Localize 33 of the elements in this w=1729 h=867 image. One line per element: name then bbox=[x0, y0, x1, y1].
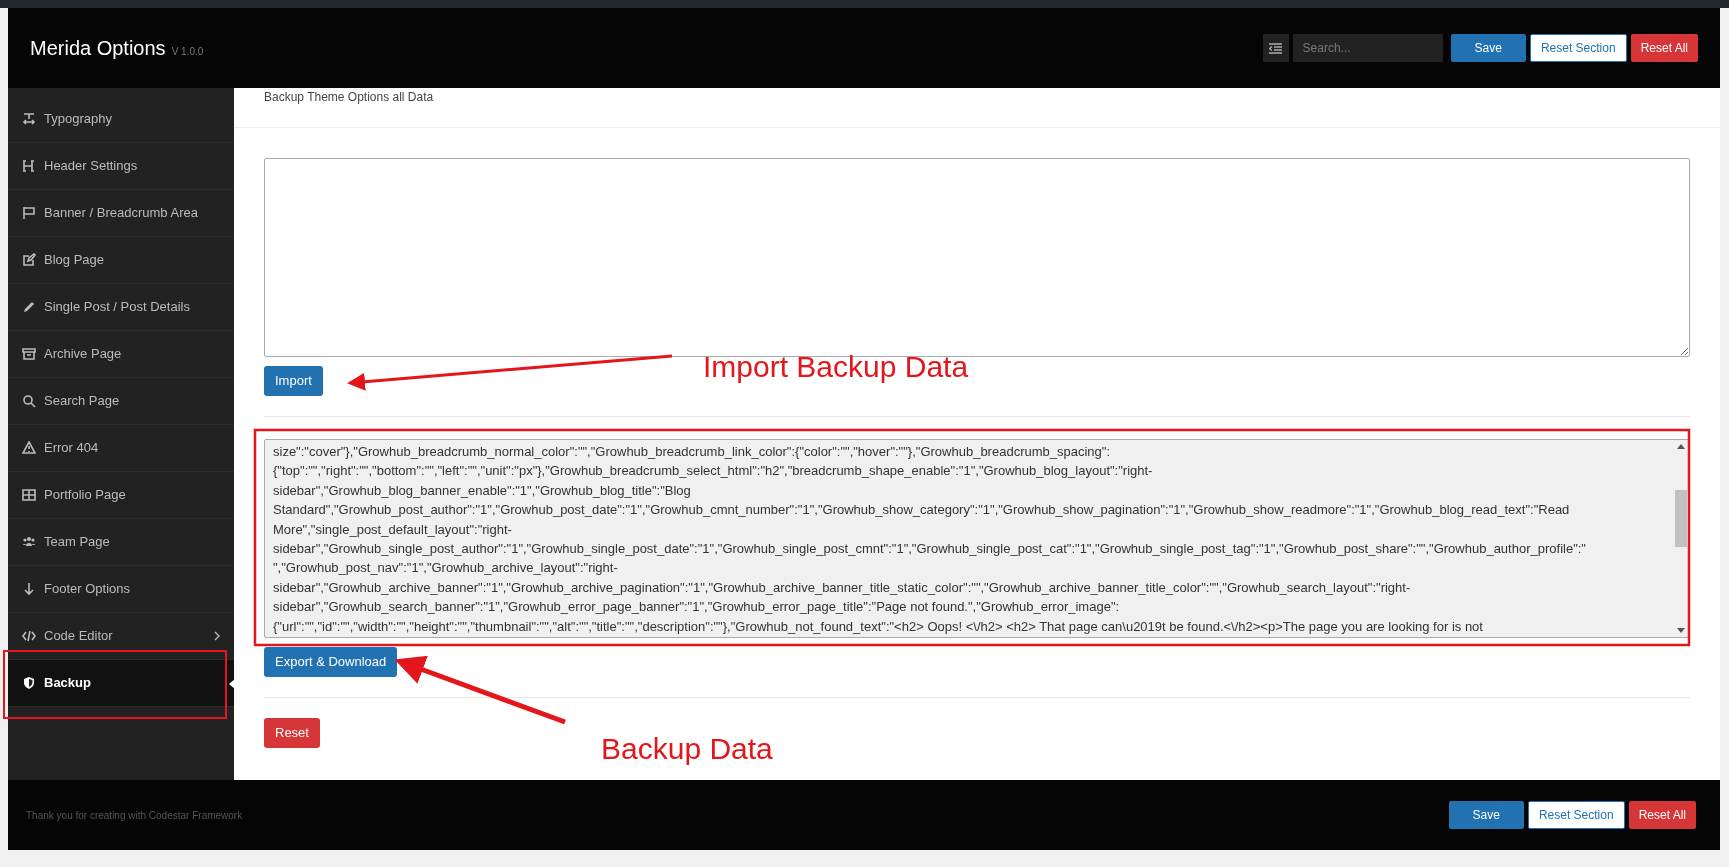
heading-icon bbox=[22, 159, 36, 173]
grid-icon bbox=[22, 488, 36, 502]
export-download-button[interactable]: Export & Download bbox=[264, 647, 398, 677]
edit-icon bbox=[22, 253, 36, 267]
section-description: Backup Theme Options all Data bbox=[264, 90, 434, 104]
pencil-icon bbox=[22, 300, 36, 314]
footer-credit: Thank you for creating with Codestar Framework bbox=[26, 808, 243, 823]
save-button[interactable]: Save bbox=[1448, 801, 1524, 829]
annotation-label: Backup Data bbox=[601, 734, 773, 764]
flag-icon bbox=[22, 206, 36, 220]
version-label: V 1.0.0 bbox=[171, 45, 204, 59]
shield-icon bbox=[22, 676, 36, 690]
search-field[interactable]: Search... bbox=[1292, 34, 1443, 62]
reset-section-button[interactable]: Reset Section bbox=[1529, 34, 1627, 62]
annotation-label: Import Backup Data bbox=[703, 352, 969, 382]
code-icon bbox=[22, 629, 36, 643]
users-icon bbox=[22, 535, 36, 549]
reset-button[interactable]: Reset bbox=[264, 718, 320, 748]
save-button[interactable]: Save bbox=[1450, 34, 1526, 62]
reset-section-button[interactable]: Reset Section bbox=[1527, 801, 1625, 829]
reset-all-button[interactable]: Reset All bbox=[1630, 34, 1698, 62]
import-button[interactable]: Import bbox=[264, 366, 323, 396]
expand-all-button[interactable] bbox=[1262, 34, 1289, 62]
text-format-icon bbox=[22, 112, 36, 126]
sidebar-item[interactable]: Backup bbox=[8, 660, 234, 707]
down-arrow-icon bbox=[22, 582, 36, 596]
warning-icon bbox=[22, 441, 36, 455]
indent-icon bbox=[1269, 42, 1283, 54]
app-title: Merida Options bbox=[30, 36, 166, 61]
search-icon bbox=[22, 394, 36, 408]
reset-all-button[interactable]: Reset All bbox=[1628, 801, 1696, 829]
import-field[interactable] bbox=[264, 158, 1690, 357]
archive-icon bbox=[22, 347, 36, 361]
